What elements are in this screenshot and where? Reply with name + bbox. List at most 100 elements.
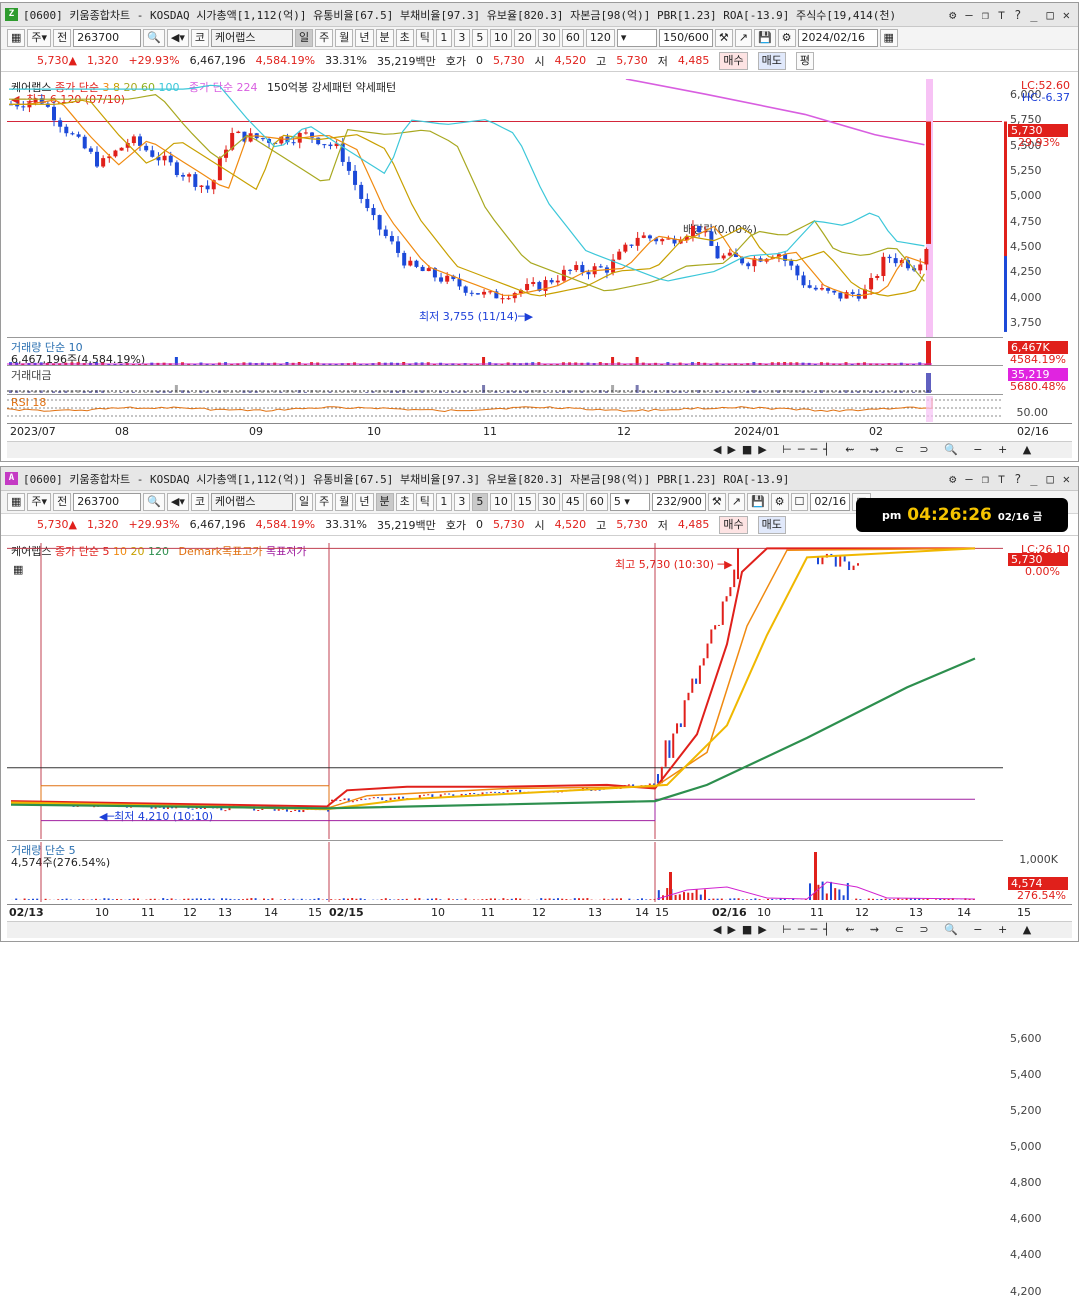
num-30[interactable]: 30 <box>538 29 560 47</box>
settings-icon-2[interactable]: ⚙ <box>949 472 956 486</box>
period-second[interactable]: 초 <box>396 29 414 47</box>
draw-icon[interactable]: ↗ <box>735 29 752 47</box>
config-icon-2[interactable]: ⚙ <box>771 493 789 511</box>
buy-button-2[interactable]: 매수 <box>719 516 747 534</box>
save-icon[interactable]: 💾 <box>754 29 776 47</box>
sell-button-2[interactable]: 매도 <box>758 516 786 534</box>
buy-button[interactable]: 매수 <box>719 52 747 70</box>
num-5[interactable]: 5 <box>472 29 488 47</box>
volume-bar-2 <box>683 892 685 900</box>
period-year[interactable]: 년 <box>355 29 373 47</box>
stock-type-select-2[interactable]: 주▾ <box>27 493 51 511</box>
daily-volume-chart[interactable] <box>7 339 1007 365</box>
grid-icon[interactable]: ▦ <box>7 29 25 47</box>
interval-select[interactable]: ▾ <box>617 29 657 47</box>
daily-scrollbar[interactable]: ◀▶■▶ ⊢──┤ ⇜ ⇝ ⊂ ⊃ 🔍 − + ▲ <box>7 441 1072 458</box>
date-checkbox[interactable]: ☐ <box>791 493 809 511</box>
num-3[interactable]: 3 <box>454 29 470 47</box>
volume-bar-2 <box>691 893 693 900</box>
date-input-2[interactable]: 02/16 <box>810 493 850 511</box>
prev-button[interactable]: 전 <box>53 29 71 47</box>
period-second-2[interactable]: 초 <box>396 493 414 511</box>
num-10[interactable]: 10 <box>490 29 512 47</box>
period-minute-2[interactable]: 분 <box>376 493 394 511</box>
period-week-2[interactable]: 주 <box>315 493 333 511</box>
sound-icon[interactable]: ◀▾ <box>167 29 189 47</box>
stock-type-select[interactable]: 주▾ <box>27 29 51 47</box>
period-month-2[interactable]: 월 <box>335 493 353 511</box>
stock-name-2: 케어랩스 <box>211 493 293 511</box>
tools-icon-2[interactable]: ⚒ <box>708 493 726 511</box>
period-tick[interactable]: 틱 <box>416 29 434 47</box>
min-15[interactable]: 15 <box>514 493 536 511</box>
min-icon-2[interactable]: _ <box>1030 472 1037 486</box>
save-icon-2[interactable]: 💾 <box>747 493 769 511</box>
close-icon-2[interactable]: ✕ <box>1063 472 1070 486</box>
minute-scrollbar[interactable]: ◀▶■▶ ⊢──┤ ⇜ ⇝ ⊂ ⊃ 🔍 − + ▲ <box>7 921 1072 938</box>
close-icon[interactable]: ✕ <box>1063 8 1070 22</box>
minute-volume-chart[interactable] <box>7 842 1007 902</box>
period-tick-2[interactable]: 틱 <box>416 493 434 511</box>
count-input[interactable]: 150/600 <box>659 29 713 47</box>
restore-icon-2[interactable]: ❐ <box>982 472 989 486</box>
count-input-2[interactable]: 232/900 <box>652 493 706 511</box>
interval-select-2[interactable]: 5 ▾ <box>610 493 650 511</box>
num-120[interactable]: 120 <box>586 29 615 47</box>
daily-price-chart[interactable] <box>7 79 1007 337</box>
minimize-icon-2[interactable]: — <box>965 472 972 486</box>
ma-line-100 <box>9 85 924 281</box>
grid-icon-2[interactable]: ▦ <box>7 493 25 511</box>
config-icon[interactable]: ⚙ <box>778 29 796 47</box>
candle <box>175 162 179 175</box>
period-week[interactable]: 주 <box>315 29 333 47</box>
search-icon[interactable]: 🔍 <box>143 29 165 47</box>
period-minute[interactable]: 분 <box>376 29 394 47</box>
sell-button[interactable]: 매도 <box>758 52 786 70</box>
period-day-2[interactable]: 일 <box>295 493 313 511</box>
volume-bar-2 <box>507 899 509 900</box>
period-year-2[interactable]: 년 <box>355 493 373 511</box>
max-icon[interactable]: □ <box>1047 8 1054 22</box>
settings-icon[interactable]: ⚙ <box>949 8 956 22</box>
restore-icon[interactable]: ❐ <box>982 8 989 22</box>
pin-icon-2[interactable]: ⊤ <box>998 472 1005 486</box>
min-30[interactable]: 30 <box>538 493 560 511</box>
min-45[interactable]: 45 <box>562 493 584 511</box>
min-10[interactable]: 10 <box>490 493 512 511</box>
avg-button[interactable]: 평 <box>796 52 814 70</box>
minute-price-chart[interactable] <box>7 543 1007 839</box>
period-day[interactable]: 일 <box>295 29 313 47</box>
candle <box>642 235 646 237</box>
volume-bar-2 <box>24 899 26 900</box>
pin-icon[interactable]: ⊤ <box>998 8 1005 22</box>
help-icon-2[interactable]: ? <box>1014 472 1021 486</box>
min-60[interactable]: 60 <box>586 493 608 511</box>
sound-icon-2[interactable]: ◀▾ <box>167 493 189 511</box>
volume-bar-2 <box>628 899 630 900</box>
prev-button-2[interactable]: 전 <box>53 493 71 511</box>
x-tick-2: 12 <box>855 906 869 919</box>
daily-rsi-chart[interactable] <box>7 396 1007 422</box>
market-button[interactable]: 코 <box>191 29 209 47</box>
num-1[interactable]: 1 <box>436 29 452 47</box>
date-input[interactable]: 2024/02/16 <box>798 29 878 47</box>
min-1[interactable]: 1 <box>436 493 452 511</box>
max-icon-2[interactable]: □ <box>1047 472 1054 486</box>
num-60[interactable]: 60 <box>562 29 584 47</box>
min-5[interactable]: 5 <box>472 493 488 511</box>
code-input[interactable]: 263700 <box>73 29 141 47</box>
market-button-2[interactable]: 코 <box>191 493 209 511</box>
draw-icon-2[interactable]: ↗ <box>728 493 745 511</box>
search-icon-2[interactable]: 🔍 <box>143 493 165 511</box>
code-input-2[interactable]: 263700 <box>73 493 141 511</box>
volume-bar-2 <box>889 899 891 900</box>
period-month[interactable]: 월 <box>335 29 353 47</box>
daily-amount-chart[interactable] <box>7 367 1007 393</box>
calendar-icon[interactable]: ▦ <box>880 29 898 47</box>
tools-icon[interactable]: ⚒ <box>715 29 733 47</box>
help-icon[interactable]: ? <box>1014 8 1021 22</box>
num-20[interactable]: 20 <box>514 29 536 47</box>
min-3[interactable]: 3 <box>454 493 470 511</box>
minimize-icon[interactable]: — <box>965 8 972 22</box>
min-icon[interactable]: _ <box>1030 8 1037 22</box>
